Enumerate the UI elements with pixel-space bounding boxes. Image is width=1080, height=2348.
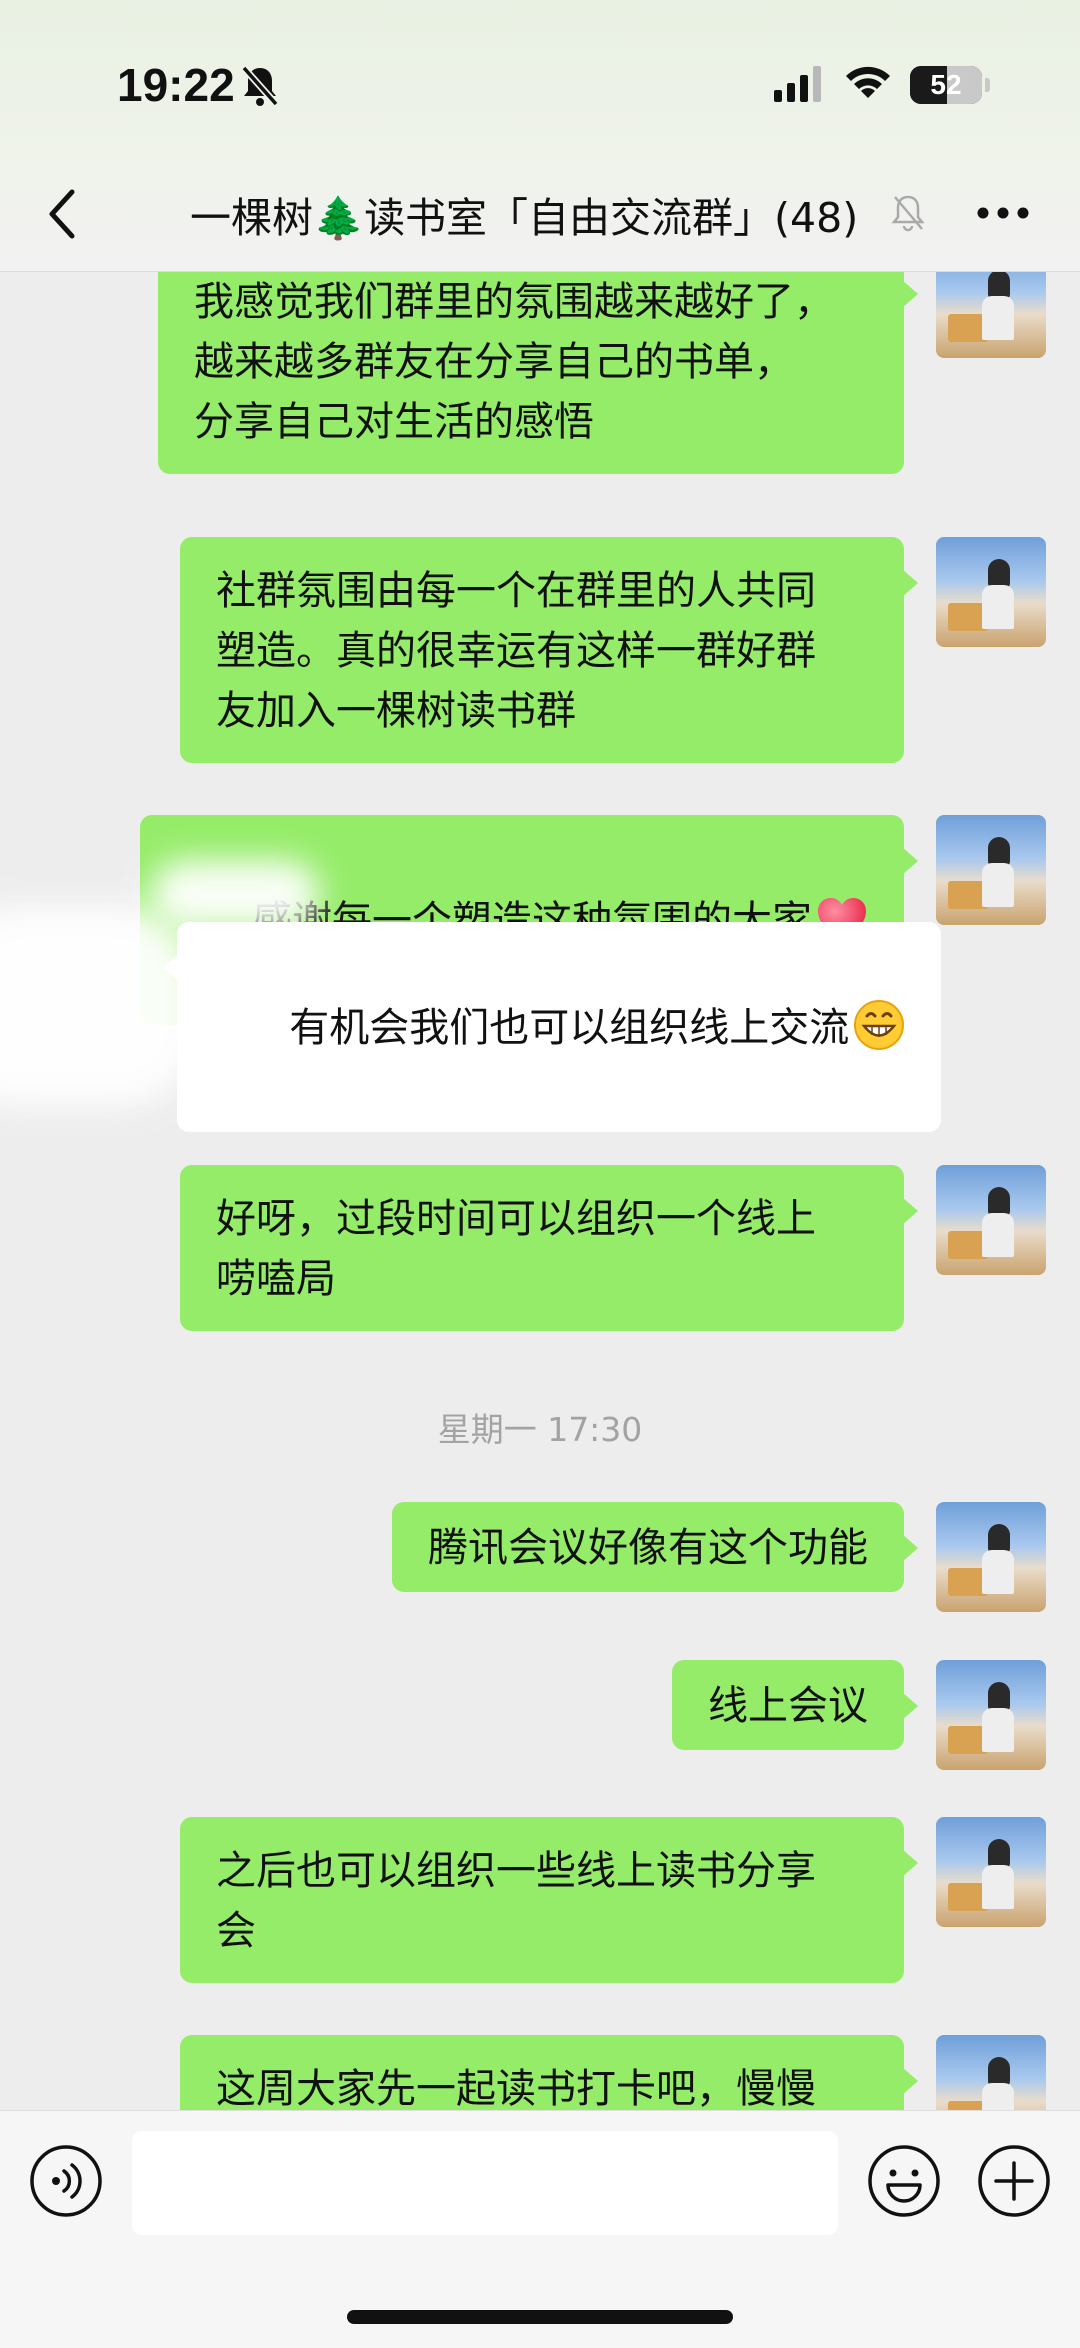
chat-title: 一棵树🌲读书室「自由交流群」(48) bbox=[190, 184, 858, 244]
battery-nub bbox=[985, 78, 990, 92]
status-bar: 19:22 52 bbox=[0, 0, 1080, 170]
message-bubble[interactable]: 腾讯会议好像有这个功能 bbox=[392, 1502, 918, 1592]
message-bubble[interactable]: 我感觉我们群里的氛围越来越好了， 越来越多群友在分享自己的书单， 分享自己对生活… bbox=[158, 272, 918, 474]
sender-name-blurred bbox=[150, 860, 320, 930]
message-bubble[interactable]: 这周大家先一起读书打卡吧，慢慢 bbox=[180, 2035, 918, 2110]
battery-percentage: 52 bbox=[930, 69, 962, 100]
avatar[interactable] bbox=[936, 272, 1046, 358]
avatar[interactable] bbox=[936, 1165, 1046, 1275]
bell-off-icon bbox=[241, 65, 279, 107]
message-bubble[interactable]: 线上会议 bbox=[672, 1660, 918, 1750]
message-input[interactable] bbox=[132, 2131, 838, 2235]
timestamp: 星期一 17:30 bbox=[437, 1410, 643, 1449]
sender-avatar-blurred bbox=[0, 906, 200, 1106]
signal-icon bbox=[774, 66, 821, 102]
avatar[interactable] bbox=[936, 1502, 1046, 1612]
avatar[interactable] bbox=[936, 815, 1046, 925]
avatar[interactable] bbox=[936, 1817, 1046, 1927]
back-icon[interactable] bbox=[42, 186, 82, 242]
message-bubble[interactable]: 之后也可以组织一些线上读书分享 会 bbox=[180, 1817, 918, 1983]
voice-input-icon[interactable] bbox=[28, 2143, 104, 2219]
avatar[interactable] bbox=[936, 1660, 1046, 1770]
avatar[interactable] bbox=[936, 537, 1046, 647]
message-bubble[interactable]: 社群氛围由每一个在群里的人共同 塑造。真的很幸运有这样一群好群 友加入一棵树读书… bbox=[180, 537, 918, 763]
message-text: 有机会我们也可以组织线上交流 bbox=[289, 1005, 850, 1051]
grinning-face-icon bbox=[854, 1000, 905, 1050]
home-indicator[interactable] bbox=[347, 2310, 733, 2324]
message-bubble[interactable]: 有机会我们也可以组织线上交流 bbox=[162, 922, 942, 1132]
message-list[interactable]: 我感觉我们群里的氛围越来越好了， 越来越多群友在分享自己的书单， 分享自己对生活… bbox=[0, 272, 1080, 2110]
avatar[interactable] bbox=[936, 2035, 1046, 2110]
more-icon[interactable] bbox=[976, 206, 1030, 220]
battery-indicator: 52 bbox=[910, 66, 982, 104]
emoji-icon[interactable] bbox=[866, 2143, 942, 2219]
status-time: 19:22 bbox=[117, 59, 235, 111]
plus-icon[interactable] bbox=[976, 2143, 1052, 2219]
tree-emoji-icon: 🌲 bbox=[313, 194, 365, 242]
chat-title-part1: 一棵树 bbox=[190, 194, 313, 242]
mute-icon bbox=[891, 195, 925, 232]
chat-title-part2: 读书室「自由交流群」(48) bbox=[364, 194, 859, 242]
message-bubble[interactable]: 好呀，过段时间可以组织一个线上 唠嗑局 bbox=[180, 1165, 918, 1331]
wifi-icon bbox=[846, 66, 890, 98]
chat-header: 一棵树🌲读书室「自由交流群」(48) bbox=[0, 170, 1080, 272]
